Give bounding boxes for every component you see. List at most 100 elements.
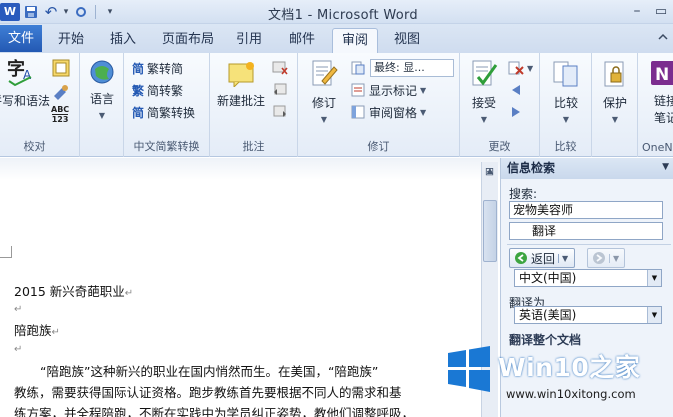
next-change-icon xyxy=(512,107,520,117)
from-language-select[interactable]: 中文(中国) ▼ xyxy=(514,269,662,287)
doc-blank-line-1[interactable]: ↵ xyxy=(14,300,22,315)
doc-paragraph-line-1[interactable]: “陪跑族”这种新兴的职业在国内悄然而生。在美国，“陪跑族” xyxy=(40,361,378,380)
group-label-onenote: OneN xyxy=(642,141,673,154)
scroll-thumb[interactable] xyxy=(483,200,497,262)
next-comment-button[interactable] xyxy=(272,103,288,121)
track-changes-button[interactable]: 修订 ▼ xyxy=(304,59,344,125)
research-service-select[interactable]: 翻译 xyxy=(509,222,663,240)
ribbon-collapse-icon[interactable] xyxy=(652,28,673,46)
tab-page-layout[interactable]: 页面布局 xyxy=(158,28,218,53)
new-comment-button[interactable]: 新建批注 xyxy=(212,61,270,109)
word-logo-icon[interactable]: W xyxy=(0,3,20,21)
ribbon-tab-row: 文件 开始 插入 页面布局 引用 邮件 审阅 视图 xyxy=(0,24,673,54)
doc-paragraph-line-2[interactable]: 教练，需要获得国际认证资格。跑步教练首先要根据不同人的需求和基 xyxy=(14,382,402,401)
delete-comment-button[interactable] xyxy=(272,59,288,77)
word-count-button[interactable]: ABC 123 xyxy=(51,105,69,131)
tab-review[interactable]: 审阅 xyxy=(332,28,378,54)
reject-dropdown-icon: ▼ xyxy=(527,63,534,73)
abc-icon: ABC xyxy=(51,105,70,114)
svg-text:N: N xyxy=(655,65,669,85)
accept-label: 接受 xyxy=(471,96,496,110)
linked-notes-label-1: 链接 xyxy=(654,94,673,108)
reject-button[interactable]: ▼ xyxy=(508,59,533,77)
spelling-grammar-button[interactable]: 字A 拼写和语法 xyxy=(0,57,50,109)
traditional-icon: 繁 xyxy=(132,83,145,98)
tab-view[interactable]: 视图 xyxy=(388,28,426,53)
language-button[interactable]: 语言 ▼ xyxy=(84,59,120,121)
convert-chinese-button[interactable]: 简 简繁转换 xyxy=(132,103,195,121)
reviewing-pane-dropdown-icon: ▼ xyxy=(420,107,427,117)
restore-button[interactable]: ▭ xyxy=(650,2,672,20)
linked-notes-button[interactable]: N 链接 笔记 xyxy=(644,59,673,126)
language-dropdown-icon: ▼ xyxy=(98,111,106,120)
thesaurus-button[interactable] xyxy=(52,83,70,101)
ruler-toggle-icon[interactable]: ⊞ xyxy=(482,164,497,179)
watermark-url: www.win10xitong.com xyxy=(506,387,636,401)
show-markup-icon xyxy=(351,83,365,97)
doc-paragraph-line-3[interactable]: 练方案，并全程陪跑，不断在实践中为学员纠正姿势，教他们调整呼吸， xyxy=(14,403,414,417)
undo-icon[interactable]: ↶ xyxy=(42,3,60,21)
doc-subheading-text: 陪跑族 xyxy=(14,323,52,338)
document-top-shadow xyxy=(0,158,500,180)
forward-arrow-icon xyxy=(593,252,605,264)
next-comment-icon xyxy=(273,105,286,117)
protect-button[interactable]: 保护 ▼ xyxy=(596,59,634,125)
tab-mailings[interactable]: 邮件 xyxy=(283,28,321,53)
group-protect: 保护 ▼ xyxy=(592,53,638,157)
doc-heading[interactable]: 2015 新兴奇葩职业↵ xyxy=(14,281,133,300)
compare-button[interactable]: 比较 ▼ xyxy=(546,59,586,125)
to-traditional-button[interactable]: 繁 简转繁 xyxy=(132,81,183,99)
next-change-button[interactable] xyxy=(508,103,524,121)
tab-insert[interactable]: 插入 xyxy=(104,28,142,53)
tab-file[interactable]: 文件 xyxy=(0,25,42,52)
doc-subheading[interactable]: 陪跑族↵ xyxy=(14,320,60,339)
group-proofing: 字A 拼写和语法 ABC 123 校对 xyxy=(0,53,80,157)
tab-references[interactable]: 引用 xyxy=(230,28,268,53)
watermark: Win10之家 www.win10xitong.com xyxy=(438,338,673,417)
reviewing-pane-button[interactable]: 审阅窗格 ▼ xyxy=(350,103,426,121)
group-chinese-conversion: 简 繁转简 繁 简转繁 简 简繁转换 中文简繁转换 xyxy=(124,53,210,157)
undo-dropdown-icon[interactable]: ▾ xyxy=(62,3,70,21)
window-title: 文档1 - Microsoft Word xyxy=(268,8,418,23)
accept-button[interactable]: 接受 ▼ xyxy=(464,59,504,125)
research-pane-title: 信息检索 xyxy=(501,158,673,179)
previous-comment-icon xyxy=(274,83,287,95)
reject-icon xyxy=(508,61,524,75)
research-search-input[interactable]: 宠物美容师 xyxy=(509,201,663,219)
convert-chinese-label: 简繁转换 xyxy=(147,105,196,120)
page-corner-mark xyxy=(0,246,12,258)
pane-options-icon[interactable]: ▼ xyxy=(662,162,669,172)
group-comments: 新建批注 批注 xyxy=(210,53,298,157)
display-review-icon xyxy=(351,61,365,75)
display-for-review-select[interactable]: 最终: 显... xyxy=(370,59,454,77)
forward-button[interactable]: ▼ xyxy=(587,248,625,268)
display-for-review-icon-wrap xyxy=(350,59,366,77)
back-button[interactable]: 返回 ▼ xyxy=(509,248,575,268)
customize-qat-icon[interactable]: ▾ xyxy=(101,3,119,21)
tab-home[interactable]: 开始 xyxy=(52,28,90,53)
from-language-value: 中文(中国) xyxy=(519,271,577,285)
watermark-brand: Win10之家 xyxy=(498,353,641,382)
research-button[interactable] xyxy=(52,59,70,77)
paragraph-mark-icon: ↵ xyxy=(51,327,60,338)
minimize-button[interactable]: – xyxy=(626,2,648,20)
forward-dropdown-icon: ▼ xyxy=(609,253,619,263)
previous-comment-button[interactable] xyxy=(272,81,288,99)
group-label-tracking: 修订 xyxy=(367,140,390,153)
accept-icon xyxy=(464,59,504,92)
to-simplified-button[interactable]: 简 繁转简 xyxy=(132,59,183,77)
globe-icon xyxy=(84,59,120,88)
doc-blank-line-2[interactable]: ↵ xyxy=(14,340,22,355)
save-icon[interactable] xyxy=(22,3,40,21)
reviewing-pane-icon xyxy=(351,105,365,119)
group-onenote: N 链接 笔记 OneN xyxy=(638,53,673,157)
redo-icon[interactable] xyxy=(72,3,90,21)
new-comment-label: 新建批注 xyxy=(216,94,265,108)
simplified-icon: 简 xyxy=(132,61,145,76)
to-language-select[interactable]: 英语(美国) ▼ xyxy=(514,306,662,324)
onenote-icon: N xyxy=(650,59,673,90)
paragraph-mark-icon: ↵ xyxy=(14,344,23,355)
accept-dropdown-icon: ▼ xyxy=(480,115,488,124)
previous-change-button[interactable] xyxy=(508,81,524,99)
show-markup-button[interactable]: 显示标记 ▼ xyxy=(350,81,426,99)
